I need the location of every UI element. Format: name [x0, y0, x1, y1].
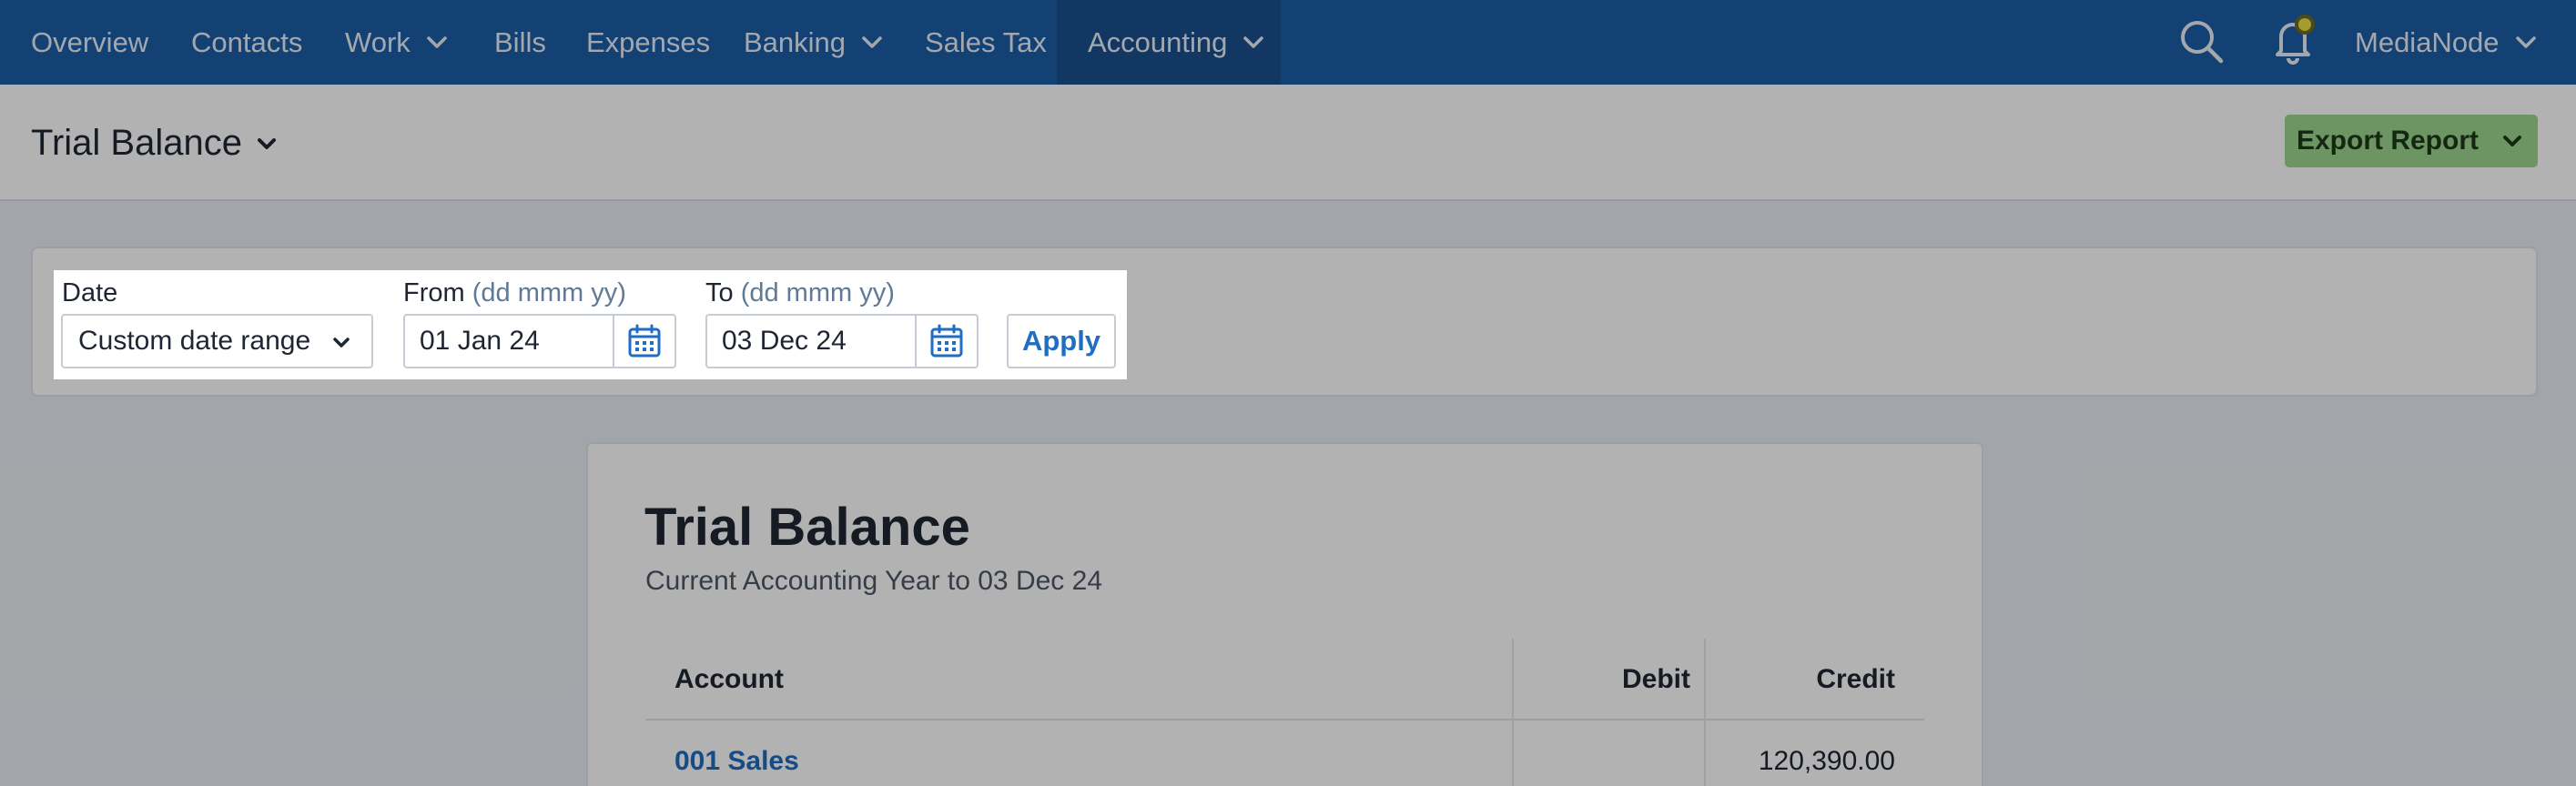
- column-header-account: Account: [674, 664, 784, 694]
- chevron-down-icon: [423, 34, 451, 52]
- credit-cell: 120,390.00: [1758, 746, 1895, 776]
- from-label: From (dd mmm yy): [403, 278, 626, 308]
- nav-work-label: Work: [345, 25, 411, 58]
- chevron-down-icon: [1240, 34, 1267, 52]
- from-label-text: From: [403, 278, 465, 307]
- nav-sales-tax-label: Sales Tax: [925, 25, 1047, 58]
- column-header-debit: Debit: [1622, 664, 1690, 694]
- nav-expenses-label: Expenses: [586, 25, 711, 58]
- user-name: MediaNode: [2355, 25, 2500, 58]
- nav-overview[interactable]: Overview: [0, 0, 179, 85]
- column-header-credit: Credit: [1816, 664, 1895, 694]
- calendar-icon[interactable]: [915, 316, 977, 367]
- account-link[interactable]: 001 Sales: [674, 746, 799, 777]
- column-divider: [1704, 639, 1706, 786]
- chevron-down-icon: [2499, 132, 2526, 150]
- chevron-down-icon: [858, 34, 886, 52]
- nav-bills-label: Bills: [494, 25, 546, 58]
- chevron-down-icon: [328, 334, 355, 352]
- nav-accounting-label: Accounting: [1088, 25, 1228, 58]
- nav-contacts-label: Contacts: [191, 25, 303, 58]
- page-title[interactable]: Trial Balance: [31, 123, 280, 164]
- from-date-input[interactable]: 01 Jan 24: [403, 314, 676, 368]
- nav-overview-label: Overview: [31, 25, 149, 58]
- export-report-button[interactable]: Export Report: [2285, 115, 2538, 167]
- table-divider: [645, 719, 1924, 720]
- to-format-hint: (dd mmm yy): [740, 278, 895, 307]
- nav-accounting[interactable]: Accounting: [1057, 0, 1281, 85]
- page-header: [0, 85, 2576, 201]
- chevron-down-icon: [253, 135, 280, 153]
- date-range-select[interactable]: Custom date range: [61, 314, 373, 368]
- apply-button[interactable]: Apply: [1007, 314, 1116, 368]
- nav-banking[interactable]: Banking: [713, 0, 917, 85]
- to-label-text: To: [705, 278, 734, 307]
- bell-icon[interactable]: [2265, 11, 2321, 67]
- date-label: Date: [62, 278, 118, 307]
- page-title-text: Trial Balance: [31, 123, 242, 163]
- chevron-down-icon: [2512, 34, 2540, 52]
- report-title: Trial Balance: [644, 498, 970, 557]
- nav-work[interactable]: Work: [314, 0, 482, 85]
- export-report-label: Export Report: [2296, 126, 2479, 156]
- to-label: To (dd mmm yy): [705, 278, 895, 308]
- calendar-icon[interactable]: [613, 316, 674, 367]
- nav-sales-tax[interactable]: Sales Tax: [894, 0, 1078, 85]
- top-navigation: Overview Contacts Work Bills Expenses Ba…: [0, 0, 2576, 85]
- user-menu[interactable]: MediaNode: [2355, 0, 2540, 85]
- report-subtitle: Current Accounting Year to 03 Dec 24: [645, 566, 1103, 596]
- from-date-value: 01 Jan 24: [420, 326, 540, 356]
- nav-banking-label: Banking: [744, 25, 847, 58]
- column-divider: [1512, 639, 1514, 786]
- to-date-input[interactable]: 03 Dec 24: [705, 314, 979, 368]
- to-date-value: 03 Dec 24: [722, 326, 847, 356]
- date-range-value: Custom date range: [78, 326, 311, 356]
- search-icon[interactable]: [2178, 18, 2226, 66]
- from-format-hint: (dd mmm yy): [472, 278, 626, 307]
- nav-contacts[interactable]: Contacts: [160, 0, 333, 85]
- report-card: [586, 442, 1983, 786]
